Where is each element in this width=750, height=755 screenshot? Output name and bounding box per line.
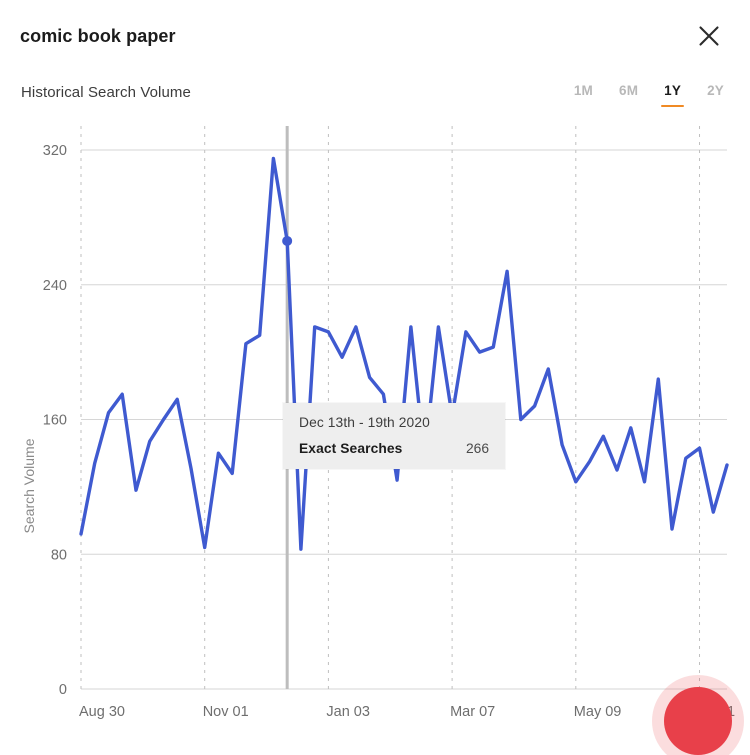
close-icon <box>697 24 721 48</box>
series-line <box>79 156 729 551</box>
chart-tooltip: Dec 13th - 19th 2020 Exact Searches 266 <box>283 403 505 469</box>
hover-point-marker <box>282 235 293 246</box>
y-axis-tick-label: 160 <box>43 413 67 429</box>
y-axis-tick-label: 240 <box>43 278 67 294</box>
tooltip-date-range: Dec 13th - 19th 2020 <box>299 415 430 430</box>
tab-6m[interactable]: 6M <box>619 82 638 107</box>
x-axis-tick-label: Jan 03 <box>326 704 370 720</box>
x-axis-tick-label: Mar 07 <box>450 704 495 720</box>
page-title: comic book paper <box>20 25 176 46</box>
tab-1y[interactable]: 1Y <box>661 82 684 107</box>
modal-header: comic book paper <box>0 0 750 72</box>
time-range-tabs: 1M 6M 1Y 2Y <box>574 82 724 107</box>
x-axis-tick-label: Nov 01 <box>203 704 249 720</box>
search-volume-chart[interactable]: 0 80 160 240 320 Aug 30 Nov 01 Jan 03 Mar 07 May… <box>0 126 750 755</box>
x-axis-tick-label: May 09 <box>574 704 622 720</box>
y-axis-ticks: 0 80 160 240 320 <box>43 143 67 698</box>
tooltip-metric-row: Exact Searches 266 <box>299 441 489 456</box>
chart-section-bar: Historical Search Volume 1M 6M 1Y 2Y <box>0 82 750 126</box>
y-axis-label: Search Volume <box>21 438 37 533</box>
y-axis-tick-label: 320 <box>43 143 67 159</box>
y-axis-tick-label: 80 <box>51 547 67 563</box>
tab-1m[interactable]: 1M <box>574 82 593 107</box>
chat-widget-button[interactable] <box>664 687 732 755</box>
tab-2y[interactable]: 2Y <box>707 82 724 107</box>
tooltip-metric-value: 266 <box>465 441 489 456</box>
section-title: Historical Search Volume <box>21 84 191 101</box>
x-axis-tick-label: Aug 30 <box>79 704 125 720</box>
close-button[interactable] <box>692 19 726 53</box>
y-axis-tick-label: 0 <box>59 682 67 698</box>
x-axis-ticks: Aug 30Nov 01Jan 03Mar 07May 09Jul 11 <box>79 704 735 720</box>
tooltip-metric-label: Exact Searches <box>299 441 403 456</box>
